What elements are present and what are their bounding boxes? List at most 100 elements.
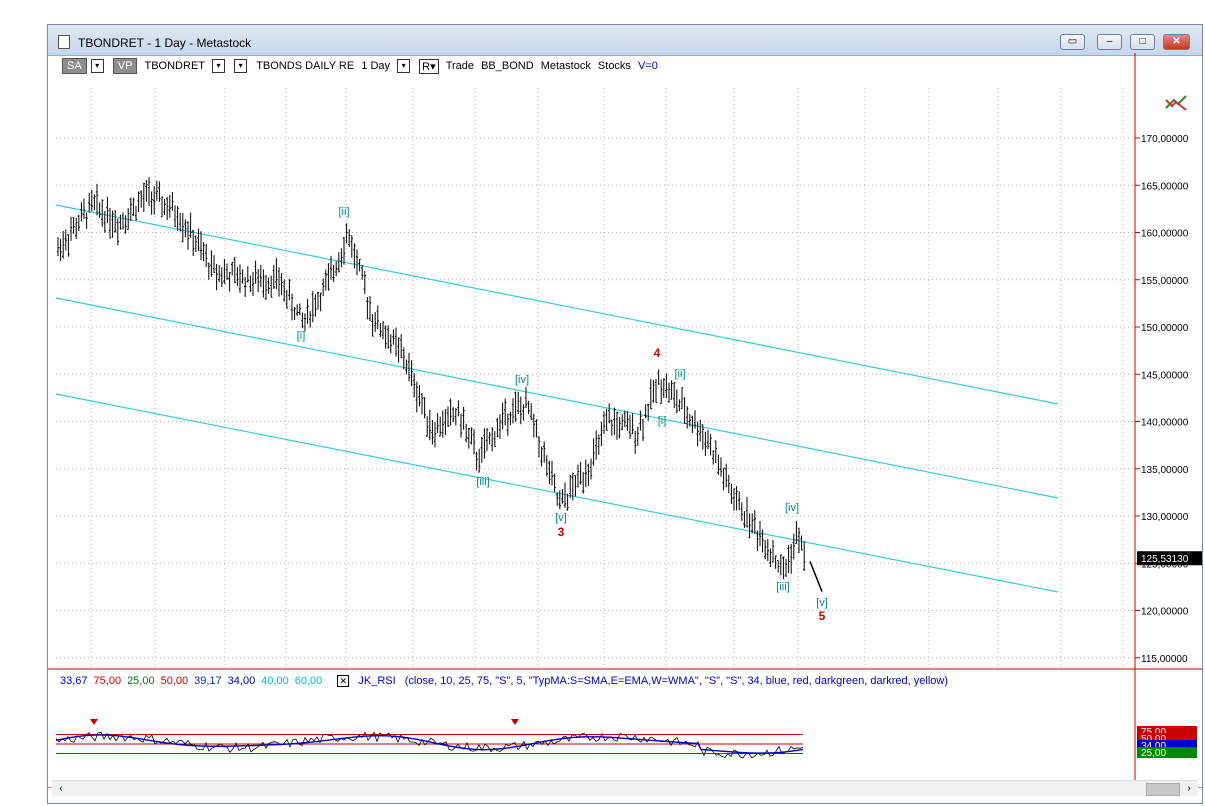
indicator-value: 50,00 — [160, 675, 189, 687]
price-bar — [350, 235, 353, 258]
wave-label: 5 — [819, 609, 826, 623]
price-bar — [556, 492, 559, 506]
price-bar — [124, 215, 127, 234]
price-bar — [69, 216, 73, 241]
price-bar — [553, 473, 556, 493]
price-bar — [790, 543, 793, 574]
price-bar — [301, 312, 304, 329]
price-bar — [134, 205, 138, 221]
price-bar — [168, 194, 171, 218]
price-bar — [402, 347, 405, 370]
price-bar — [163, 198, 166, 216]
price-bar — [641, 419, 645, 442]
price-bar — [366, 297, 369, 320]
indicator-close-icon[interactable]: ✕ — [337, 675, 350, 687]
close-button[interactable]: ✕ — [1163, 34, 1190, 50]
price-bar — [582, 471, 585, 494]
price-bar — [784, 558, 788, 578]
price-bar — [384, 325, 387, 349]
price-bar — [400, 334, 403, 359]
price-bar — [714, 440, 717, 464]
price-bar — [283, 279, 286, 302]
price-bar — [158, 181, 161, 202]
price-bar — [657, 369, 660, 385]
price-bar — [246, 266, 249, 283]
price-bar — [761, 529, 764, 553]
maximize-button[interactable]: □ — [1130, 34, 1155, 50]
price-bar — [72, 217, 75, 234]
price-bar — [436, 412, 439, 434]
price-bar — [545, 455, 548, 477]
price-bar — [319, 292, 322, 312]
price-bar — [75, 217, 78, 240]
price-bar — [62, 230, 65, 259]
price-bar — [119, 214, 122, 230]
price-bar — [522, 404, 525, 421]
price-bar — [584, 459, 587, 488]
price-bar — [782, 556, 785, 580]
price-bar — [673, 381, 676, 409]
price-bar — [717, 454, 720, 475]
price-bar — [236, 267, 239, 287]
price-bar — [114, 209, 117, 233]
price-bar — [722, 467, 725, 491]
indicator-name: JK_RSI — [358, 675, 396, 687]
price-bar — [527, 400, 530, 415]
price-bar — [181, 213, 184, 243]
price-bar — [306, 299, 309, 324]
price-bar — [368, 296, 372, 322]
price-bar — [579, 461, 582, 485]
price-bar — [241, 269, 244, 284]
price-bar — [610, 419, 613, 436]
chart-window: TBONDRET - 1 Day - Metastock ▭ – □ ✕ SA ▾… — [47, 24, 1203, 804]
price-bar — [475, 451, 478, 471]
price-bar — [106, 196, 109, 224]
minimize-button[interactable]: – — [1097, 34, 1122, 50]
price-tick-label: 115,00000 — [1141, 654, 1188, 665]
price-bar — [561, 489, 564, 504]
price-bar — [145, 179, 148, 202]
price-bar — [233, 256, 236, 284]
price-bar — [488, 432, 491, 445]
price-bar — [95, 183, 99, 216]
price-bar — [589, 458, 593, 480]
scrollbar-thumb[interactable] — [1146, 783, 1180, 796]
price-bar — [779, 554, 782, 576]
price-bar — [517, 391, 520, 415]
price-bar — [626, 411, 629, 431]
price-bar — [667, 382, 671, 403]
price-bar — [207, 262, 210, 280]
last-price-label: 125,53130 — [1141, 554, 1189, 565]
price-bar — [441, 410, 444, 438]
price-bar — [67, 234, 70, 257]
price-bar — [262, 269, 265, 298]
price-bar — [314, 294, 317, 317]
price-bar — [147, 177, 151, 206]
price-bar — [88, 192, 91, 213]
signal-arrow-icon — [90, 719, 98, 725]
price-bar — [459, 413, 463, 438]
price-bar — [275, 257, 278, 289]
price-bar — [303, 313, 307, 332]
price-tick-label: 170,00000 — [1141, 134, 1189, 145]
restore-icon[interactable]: ▭ — [1060, 34, 1085, 50]
price-bar — [311, 291, 314, 323]
price-bar — [296, 304, 299, 316]
scroll-right-icon[interactable]: › — [1182, 781, 1196, 796]
price-bar — [129, 197, 132, 222]
price-tick-label: 140,00000 — [1141, 418, 1189, 429]
price-bar — [449, 398, 452, 426]
price-bar — [501, 402, 504, 430]
indicator-legend: 33,67 75,00 25,00 50,00 39,17 34,00 40,00 60,00… — [60, 675, 954, 687]
wave-label: [iii] — [476, 476, 489, 488]
price-bar — [524, 386, 528, 409]
horizontal-scrollbar[interactable]: ‹ › — [52, 780, 1198, 796]
indicator-params: (close, 10, 25, 75, "S", 5, "TypMA:S=SMA… — [404, 675, 948, 687]
price-bar — [613, 407, 616, 435]
price-bar — [270, 275, 273, 298]
price-bar — [108, 208, 112, 239]
title-bar[interactable]: TBONDRET - 1 Day - Metastock ▭ – □ ✕ — [48, 25, 1202, 56]
scroll-left-icon[interactable]: ‹ — [54, 781, 68, 796]
price-bar — [132, 197, 135, 217]
projection-line — [809, 561, 823, 592]
